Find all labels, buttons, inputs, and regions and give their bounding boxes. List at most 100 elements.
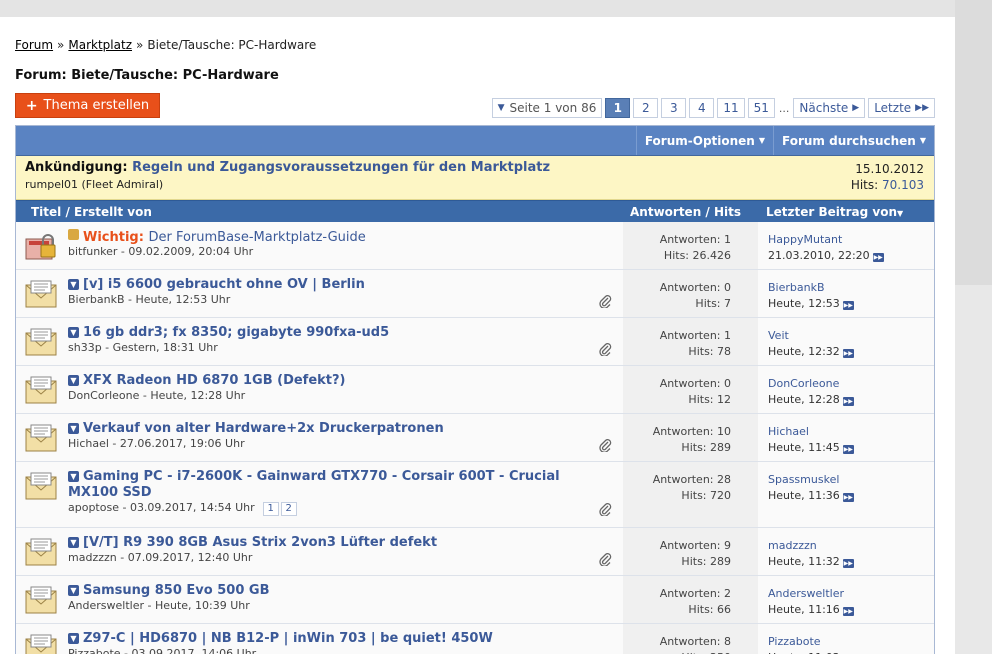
- new-thread-label: Thema erstellen: [43, 98, 150, 113]
- go-to-first-unread-icon[interactable]: ▼: [68, 423, 79, 434]
- last-post-time-line: 21.03.2010, 22:20 ▶▶: [768, 248, 884, 264]
- thread-replies[interactable]: Antworten: 1: [623, 328, 731, 344]
- go-to-last-post-icon[interactable]: ▶▶: [842, 349, 854, 358]
- last-post-user[interactable]: madzzzn: [768, 538, 854, 554]
- caret-down-icon: ▼: [497, 103, 505, 113]
- page-button-51[interactable]: 51: [747, 98, 775, 118]
- breadcrumb-forum[interactable]: Forum: [15, 38, 53, 52]
- thread-author-date[interactable]: BierbankB - Heute, 12:53 Uhr: [68, 293, 230, 306]
- thread-page-link[interactable]: 1: [262, 501, 279, 516]
- go-to-last-post-icon[interactable]: ▶▶: [842, 445, 854, 454]
- sticky-icon[interactable]: [68, 229, 79, 240]
- thread-title-link[interactable]: XFX Radeon HD 6870 1GB (Defekt?): [83, 373, 346, 388]
- thread-row[interactable]: ▼ Samsung 850 Evo 500 GB Andersweltler - H…: [16, 576, 934, 624]
- thread-stats: Antworten: 0 Hits: 7: [623, 280, 731, 312]
- go-to-first-unread-icon[interactable]: ▼: [68, 633, 79, 644]
- go-to-last-post-icon[interactable]: ▶▶: [872, 253, 884, 262]
- go-to-first-unread-icon[interactable]: ▼: [68, 585, 79, 596]
- thread-replies[interactable]: Antworten: 0: [623, 376, 731, 392]
- column-replies-hits[interactable]: Antworten / Hits: [630, 205, 741, 219]
- thread-row[interactable]: ▼ [v] i5 6600 gebraucht ohne OV | Berlin B…: [16, 270, 934, 318]
- thread-row[interactable]: ▼ XFX Radeon HD 6870 1GB (Defekt?) DonCorl…: [16, 366, 934, 414]
- thread-replies[interactable]: Antworten: 2: [623, 586, 731, 602]
- go-to-first-unread-icon[interactable]: ▼: [68, 279, 79, 290]
- forum-options-menu[interactable]: Forum-Optionen ▼: [635, 126, 773, 155]
- next-page-button[interactable]: Nächste ▶: [793, 98, 866, 118]
- page-button-11[interactable]: 11: [717, 98, 745, 118]
- thread-page-link[interactable]: 2: [280, 501, 297, 516]
- page-button-3[interactable]: 3: [661, 98, 687, 118]
- announcement-link[interactable]: Regeln und Zugangsvoraussetzungen für de…: [132, 160, 550, 175]
- go-to-last-post-icon[interactable]: ▶▶: [842, 397, 854, 406]
- thread-hits: Hits: 720: [681, 489, 731, 502]
- go-to-first-unread-icon[interactable]: ▼: [68, 327, 79, 338]
- last-post-user[interactable]: DonCorleone: [768, 376, 854, 392]
- go-to-first-unread-icon[interactable]: ▼: [68, 375, 79, 386]
- page-button-4[interactable]: 4: [689, 98, 715, 118]
- last-post-user[interactable]: HappyMutant: [768, 232, 884, 248]
- thread-stats: Antworten: 28 Hits: 720: [623, 472, 731, 504]
- column-last-post[interactable]: Letzter Beitrag von▼: [766, 205, 903, 219]
- last-post-user[interactable]: Pizzabote: [768, 634, 854, 650]
- thread-author-date[interactable]: Pizzabote - 03.09.2017, 14:06 Uhr: [68, 647, 256, 654]
- thread-row[interactable]: ▼ [V/T] R9 390 8GB Asus Strix 2von3 Lüfte…: [16, 528, 934, 576]
- thread-stats: Antworten: 0 Hits: 12: [623, 376, 731, 408]
- page-button-2[interactable]: 2: [633, 98, 659, 118]
- last-page-button[interactable]: Letzte ▶▶: [868, 98, 935, 118]
- page-button-1[interactable]: 1: [605, 98, 631, 118]
- go-to-last-post-icon[interactable]: ▶▶: [842, 301, 854, 310]
- thread-row[interactable]: ▼ Z97-C | HD6870 | NB B12-P | inWin 703 |…: [16, 624, 934, 654]
- thread-replies[interactable]: Antworten: 0: [623, 280, 731, 296]
- new-thread-button[interactable]: + Thema erstellen: [15, 93, 160, 118]
- thread-title-link[interactable]: Gaming PC - i7-2600K - Gainward GTX770 -…: [68, 469, 560, 500]
- last-post-user[interactable]: Andersweltler: [768, 586, 854, 602]
- column-title[interactable]: Titel / Erstellt von: [31, 205, 152, 219]
- thread-title-link[interactable]: [V/T] R9 390 8GB Asus Strix 2von3 Lüfter…: [83, 535, 437, 550]
- thread-replies[interactable]: Antworten: 10: [623, 424, 731, 440]
- thread-author-date[interactable]: sh33p - Gestern, 18:31 Uhr: [68, 341, 218, 354]
- thread-title-link[interactable]: Der ForumBase-Marktplatz-Guide: [148, 230, 365, 245]
- thread-envelope-icon: [25, 423, 57, 453]
- thread-author-date[interactable]: bitfunker - 09.02.2009, 20:04 Uhr: [68, 245, 253, 258]
- thread-envelope-icon: [25, 537, 57, 567]
- thread-title-link[interactable]: Z97-C | HD6870 | NB B12-P | inWin 703 | …: [83, 631, 493, 646]
- page-info-dropdown[interactable]: ▼ Seite 1 von 86: [491, 98, 603, 118]
- paperclip-icon: [598, 342, 612, 357]
- breadcrumb-current: Biete/Tausche: PC-Hardware: [147, 38, 317, 52]
- last-post-user[interactable]: Veit: [768, 328, 854, 344]
- thread-replies[interactable]: Antworten: 1: [623, 232, 731, 248]
- thread-hits: Hits: 26.426: [663, 249, 731, 262]
- thread-envelope-icon: [25, 585, 57, 615]
- thread-row[interactable]: ▼ Verkauf von alter Hardware+2x Druckerpa…: [16, 414, 934, 462]
- thread-author-date[interactable]: Andersweltler - Heute, 10:39 Uhr: [68, 599, 250, 612]
- last-post-user[interactable]: BierbankB: [768, 280, 854, 296]
- thread-author-date[interactable]: Hichael - 27.06.2017, 19:06 Uhr: [68, 437, 245, 450]
- thread-title-line: ▼ [V/T] R9 390 8GB Asus Strix 2von3 Lüfte…: [68, 535, 588, 551]
- last-post-user[interactable]: Spassmuskel: [768, 472, 854, 488]
- chevron-right-icon: ▶: [852, 103, 860, 113]
- thread-replies[interactable]: Antworten: 28: [623, 472, 731, 488]
- thread-replies[interactable]: Antworten: 8: [623, 634, 731, 650]
- announcement-author[interactable]: rumpel01 (Fleet Admiral): [25, 178, 925, 191]
- go-to-last-post-icon[interactable]: ▶▶: [842, 607, 854, 616]
- go-to-last-post-icon[interactable]: ▶▶: [842, 493, 854, 502]
- thread-title-link[interactable]: [v] i5 6600 gebraucht ohne OV | Berlin: [83, 277, 365, 292]
- go-to-first-unread-icon[interactable]: ▼: [68, 471, 79, 482]
- go-to-first-unread-icon[interactable]: ▼: [68, 537, 79, 548]
- thread-row[interactable]: Wichtig: Der ForumBase-Marktplatz-Guide b…: [16, 222, 934, 270]
- breadcrumb-marktplatz[interactable]: Marktplatz: [68, 38, 132, 52]
- thread-author-date[interactable]: apoptose - 03.09.2017, 14:54 Uhr: [68, 501, 255, 514]
- forum-search-menu[interactable]: Forum durchsuchen ▼: [773, 126, 934, 155]
- thread-title-link[interactable]: 16 gb ddr3; fx 8350; gigabyte 990fxa-ud5: [83, 325, 389, 340]
- thread-author-date[interactable]: madzzzn - 07.09.2017, 12:40 Uhr: [68, 551, 252, 564]
- thread-replies[interactable]: Antworten: 9: [623, 538, 731, 554]
- thread-title-link[interactable]: Samsung 850 Evo 500 GB: [83, 583, 269, 598]
- scrollbar-track[interactable]: [955, 0, 992, 654]
- thread-title-link[interactable]: Verkauf von alter Hardware+2x Druckerpat…: [83, 421, 444, 436]
- thread-author-date[interactable]: DonCorleone - Heute, 12:28 Uhr: [68, 389, 245, 402]
- last-post-user[interactable]: Hichael: [768, 424, 854, 440]
- thread-row[interactable]: ▼ 16 gb ddr3; fx 8350; gigabyte 990fxa-ud…: [16, 318, 934, 366]
- thread-row[interactable]: ▼ Gaming PC - i7-2600K - Gainward GTX770 …: [16, 462, 934, 528]
- go-to-last-post-icon[interactable]: ▶▶: [842, 559, 854, 568]
- scrollbar-thumb[interactable]: [955, 0, 992, 285]
